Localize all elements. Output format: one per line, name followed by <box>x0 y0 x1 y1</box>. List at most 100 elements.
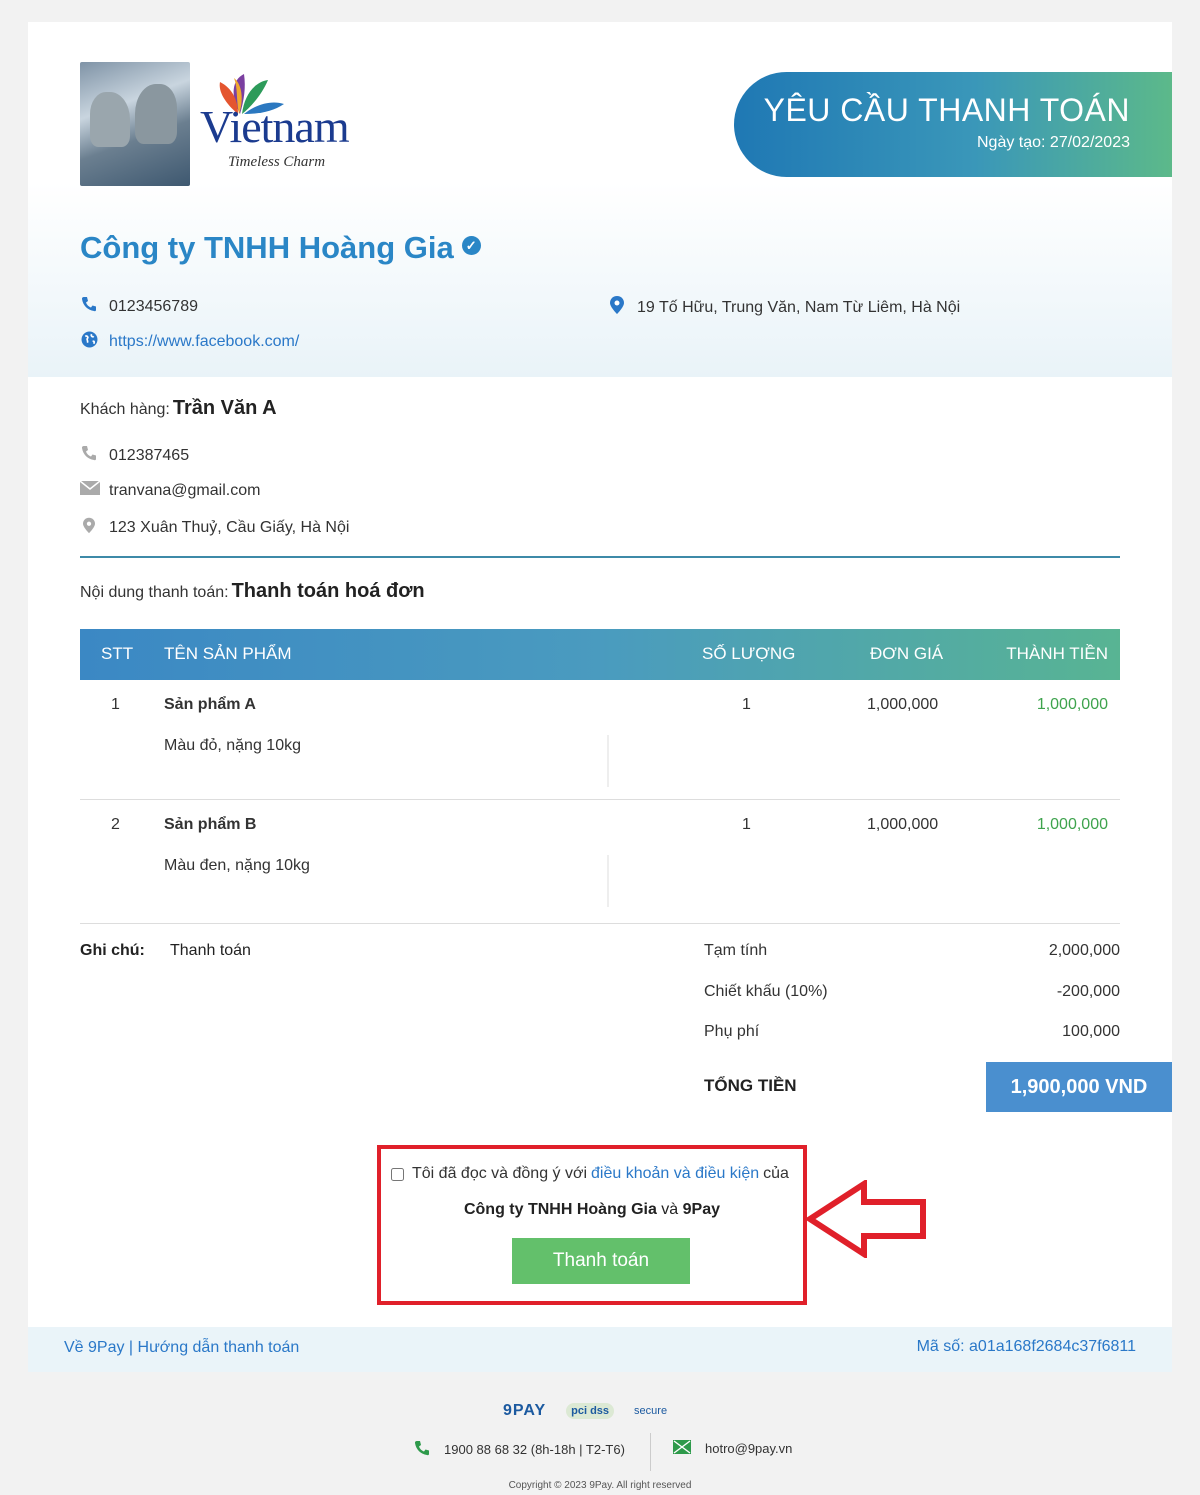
merchant-name: Công ty TNHH Hoàng Gia ✓ <box>80 230 481 266</box>
fee-label: Phụ phí <box>704 1023 760 1040</box>
col-product: TÊN SẢN PHẨM <box>164 644 292 663</box>
pay-button[interactable]: Thanh toán <box>512 1238 690 1284</box>
consent-highlight-box: Tôi đã đọc và đồng ý với điều khoản và đ… <box>377 1145 807 1305</box>
customer-address: 123 Xuân Thuỷ, Cầu Giấy, Hà Nội <box>80 517 349 539</box>
verified-icon: ✓ <box>461 236 481 256</box>
row-separator <box>607 735 609 787</box>
customer-name: Trần Văn A <box>172 397 277 419</box>
consent-partner: 9Pay <box>682 1201 721 1218</box>
invoice-code: Mã số: a01a168f2684c37f6811 <box>916 1338 1136 1355</box>
hotline: 1900 88 68 32 (8h-18h | T2-T6) <box>414 1440 625 1459</box>
fee-value: 100,000 <box>1062 1023 1120 1040</box>
footer-separator: | <box>124 1339 138 1356</box>
customer-line: Khách hàng: Trần Văn A <box>80 397 277 420</box>
payment-content: Nội dung thanh toán: Thanh toán hoá đơn <box>80 580 425 603</box>
terms-link[interactable]: điều khoản và điều kiện <box>591 1165 759 1183</box>
row-divider <box>80 923 1120 924</box>
payment-content-label: Nội dung thanh toán: <box>80 584 229 601</box>
customer-phone-text: 012387465 <box>109 446 190 464</box>
consent-and: và <box>656 1201 683 1218</box>
subtotal-label: Tạm tính <box>704 942 768 959</box>
note-value: Thanh toán <box>170 942 251 959</box>
row-product-desc: Màu đỏ, nặng 10kg <box>164 737 301 754</box>
total-label: TỔNG TIỀN <box>704 1076 797 1095</box>
row-qty: 1 <box>742 696 751 713</box>
brand-logos: 9PAY pci dss secure <box>503 1402 667 1420</box>
merchant-name-text: Công ty TNHH Hoàng Gia <box>80 230 454 265</box>
9pay-logo: 9PAY <box>503 1402 547 1419</box>
secure-logo: secure <box>634 1405 668 1417</box>
merchant-website[interactable]: https://www.facebook.com/ <box>80 331 299 353</box>
logo-wordmark: Vietnam <box>200 101 350 152</box>
support-email: hotro@9pay.vn <box>673 1440 792 1457</box>
merchant-phone-text: 0123456789 <box>109 297 198 315</box>
row-stt: 2 <box>111 816 120 833</box>
map-pin-icon <box>608 296 626 319</box>
col-qty: SỐ LƯỢNG <box>702 644 796 663</box>
note-label: Ghi chú: <box>80 942 145 959</box>
globe-icon <box>80 331 98 353</box>
consent-company: Công ty TNHH Hoàng Gia <box>463 1201 657 1218</box>
consent-parties: Công ty TNHH Hoàng Gia và 9Pay <box>381 1201 803 1219</box>
table-header: STT TÊN SẢN PHẨM SỐ LƯỢNG ĐƠN GIÁ THÀNH … <box>80 629 1120 680</box>
table-row: 2 Sản phẩm B Màu đen, nặng 10kg 1 1,000,… <box>80 800 1120 920</box>
merchant-website-link[interactable]: https://www.facebook.com/ <box>109 333 299 351</box>
created-date: Ngày tạo: 27/02/2023 <box>976 134 1130 151</box>
about-link[interactable]: Về 9Pay <box>64 1339 124 1356</box>
page-title: YÊU CẦU THANH TOÁN <box>763 92 1130 128</box>
row-qty: 1 <box>742 816 751 833</box>
discount-value: -200,000 <box>1056 983 1120 1000</box>
row-separator <box>607 855 609 907</box>
note: Ghi chú: Thanh toán <box>80 942 251 960</box>
map-pin-icon <box>80 517 98 539</box>
terms-checkbox[interactable] <box>391 1167 404 1181</box>
arrow-left-icon <box>806 1180 926 1258</box>
guide-link[interactable]: Hướng dẫn thanh toán <box>138 1339 300 1356</box>
title-banner: YÊU CẦU THANH TOÁN Ngày tạo: 27/02/2023 <box>734 72 1172 177</box>
row-stt: 1 <box>111 696 120 713</box>
support-email-text: hotro@9pay.vn <box>705 1441 793 1456</box>
invoice-page: Vietnam Timeless Charm YÊU CẦU THANH TOÁ… <box>28 22 1172 1372</box>
copyright: Copyright © 2023 9Pay. All right reserve… <box>508 1480 692 1491</box>
row-total: 1,000,000 <box>1036 816 1108 833</box>
logo-tagline: Timeless Charm <box>228 154 326 170</box>
footer-bar: Về 9Pay | Hướng dẫn thanh toán Mã số: a0… <box>28 1327 1172 1372</box>
discount-label: Chiết khấu (10%) <box>704 983 828 1000</box>
table-row: 1 Sản phẩm A Màu đỏ, nặng 10kg 1 1,000,0… <box>80 680 1120 800</box>
phone-icon <box>414 1440 430 1459</box>
row-total: 1,000,000 <box>1036 696 1108 713</box>
customer-email-text: tranvana@gmail.com <box>109 481 261 499</box>
consent-row[interactable]: Tôi đã đọc và đồng ý với điều khoản và đ… <box>391 1165 789 1183</box>
consent-text-before: Tôi đã đọc và đồng ý với <box>412 1165 588 1182</box>
row-product-name: Sản phẩm B <box>164 816 257 833</box>
total-amount: 1,900,000 VND <box>986 1062 1172 1112</box>
footer-divider <box>650 1433 651 1471</box>
row-price: 1,000,000 <box>867 816 939 833</box>
logo-photo <box>80 62 190 186</box>
row-product-name: Sản phẩm A <box>164 696 256 713</box>
customer-email: tranvana@gmail.com <box>79 480 261 500</box>
row-price: 1,000,000 <box>867 696 939 713</box>
phone-icon <box>80 445 98 466</box>
merchant-address: 19 Tố Hữu, Trung Văn, Nam Từ Liêm, Hà Nộ… <box>608 296 960 319</box>
col-stt: STT <box>101 644 134 663</box>
col-price: ĐƠN GIÁ <box>870 644 944 663</box>
merchant-address-text: 19 Tố Hữu, Trung Văn, Nam Từ Liêm, Hà Nộ… <box>637 298 961 316</box>
merchant-phone: 0123456789 <box>80 296 198 317</box>
hotline-text: 1900 88 68 32 (8h-18h | T2-T6) <box>444 1442 625 1457</box>
phone-icon <box>80 296 98 317</box>
customer-label: Khách hàng: <box>80 401 170 418</box>
customer-phone: 012387465 <box>80 445 189 466</box>
footer-links: Về 9Pay | Hướng dẫn thanh toán <box>64 1339 299 1357</box>
customer-address-text: 123 Xuân Thuỷ, Cầu Giấy, Hà Nội <box>109 519 350 536</box>
col-total: THÀNH TIỀN <box>1006 644 1108 663</box>
pci-dss-logo: pci dss <box>566 1403 615 1419</box>
row-product-desc: Màu đen, nặng 10kg <box>164 857 310 874</box>
mail-icon <box>673 1440 691 1457</box>
invoice-header-area: Vietnam Timeless Charm YÊU CẦU THANH TOÁ… <box>28 22 1172 377</box>
subtotal-value: 2,000,000 <box>1048 942 1120 959</box>
payment-content-value: Thanh toán hoá đơn <box>231 580 425 602</box>
section-divider <box>80 556 1120 558</box>
consent-text-after: của <box>763 1165 789 1182</box>
mail-icon <box>79 480 101 500</box>
